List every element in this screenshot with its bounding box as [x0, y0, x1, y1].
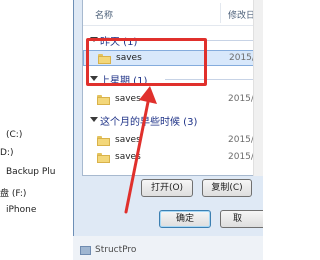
- list-item[interactable]: saves 2015/8/: [83, 150, 263, 166]
- group-label: 这个月的早些时候 (3): [100, 117, 198, 128]
- file-list: 名称 修改日期 昨天 (1) saves 2015/8/2 上星期 (1) sa…: [82, 0, 263, 176]
- structpro-label: StructPro: [95, 245, 137, 255]
- file-name: saves: [115, 135, 141, 145]
- nav-item-drive-c[interactable]: (C:): [6, 130, 22, 140]
- column-name-header[interactable]: 名称: [95, 8, 113, 21]
- list-item[interactable]: saves 2015/8/2: [83, 92, 263, 108]
- file-name: saves: [115, 94, 141, 104]
- folder-icon: [97, 136, 110, 146]
- navigation-pane: (C:) D:) Backup Plu 盘 (F:) iPhone: [0, 0, 82, 260]
- group-header-earlier-this-month[interactable]: 这个月的早些时候 (3): [83, 113, 263, 128]
- column-header: 名称 修改日期: [83, 0, 263, 26]
- list-item[interactable]: saves 2015/8/: [83, 133, 263, 149]
- cancel-button[interactable]: 取: [220, 210, 263, 228]
- structpro-icon: [80, 246, 91, 255]
- nav-item-drive-f[interactable]: 盘 (F:): [0, 186, 26, 199]
- nav-item-drive-d[interactable]: D:): [0, 148, 13, 158]
- collapse-arrow-icon[interactable]: [90, 117, 98, 122]
- column-separator[interactable]: [220, 3, 221, 23]
- folder-icon: [97, 95, 110, 105]
- copy-button[interactable]: 复制(C): [202, 179, 252, 197]
- nav-item-iphone[interactable]: iPhone: [6, 205, 36, 215]
- vertical-scrollbar[interactable]: [253, 0, 263, 176]
- nav-item-backup-plus[interactable]: Backup Plu: [6, 167, 55, 177]
- open-button[interactable]: 打开(O): [141, 179, 193, 197]
- file-name: saves: [115, 152, 141, 162]
- ok-button[interactable]: 确定: [159, 210, 211, 228]
- highlight-box: [86, 38, 207, 86]
- folder-icon: [97, 153, 110, 163]
